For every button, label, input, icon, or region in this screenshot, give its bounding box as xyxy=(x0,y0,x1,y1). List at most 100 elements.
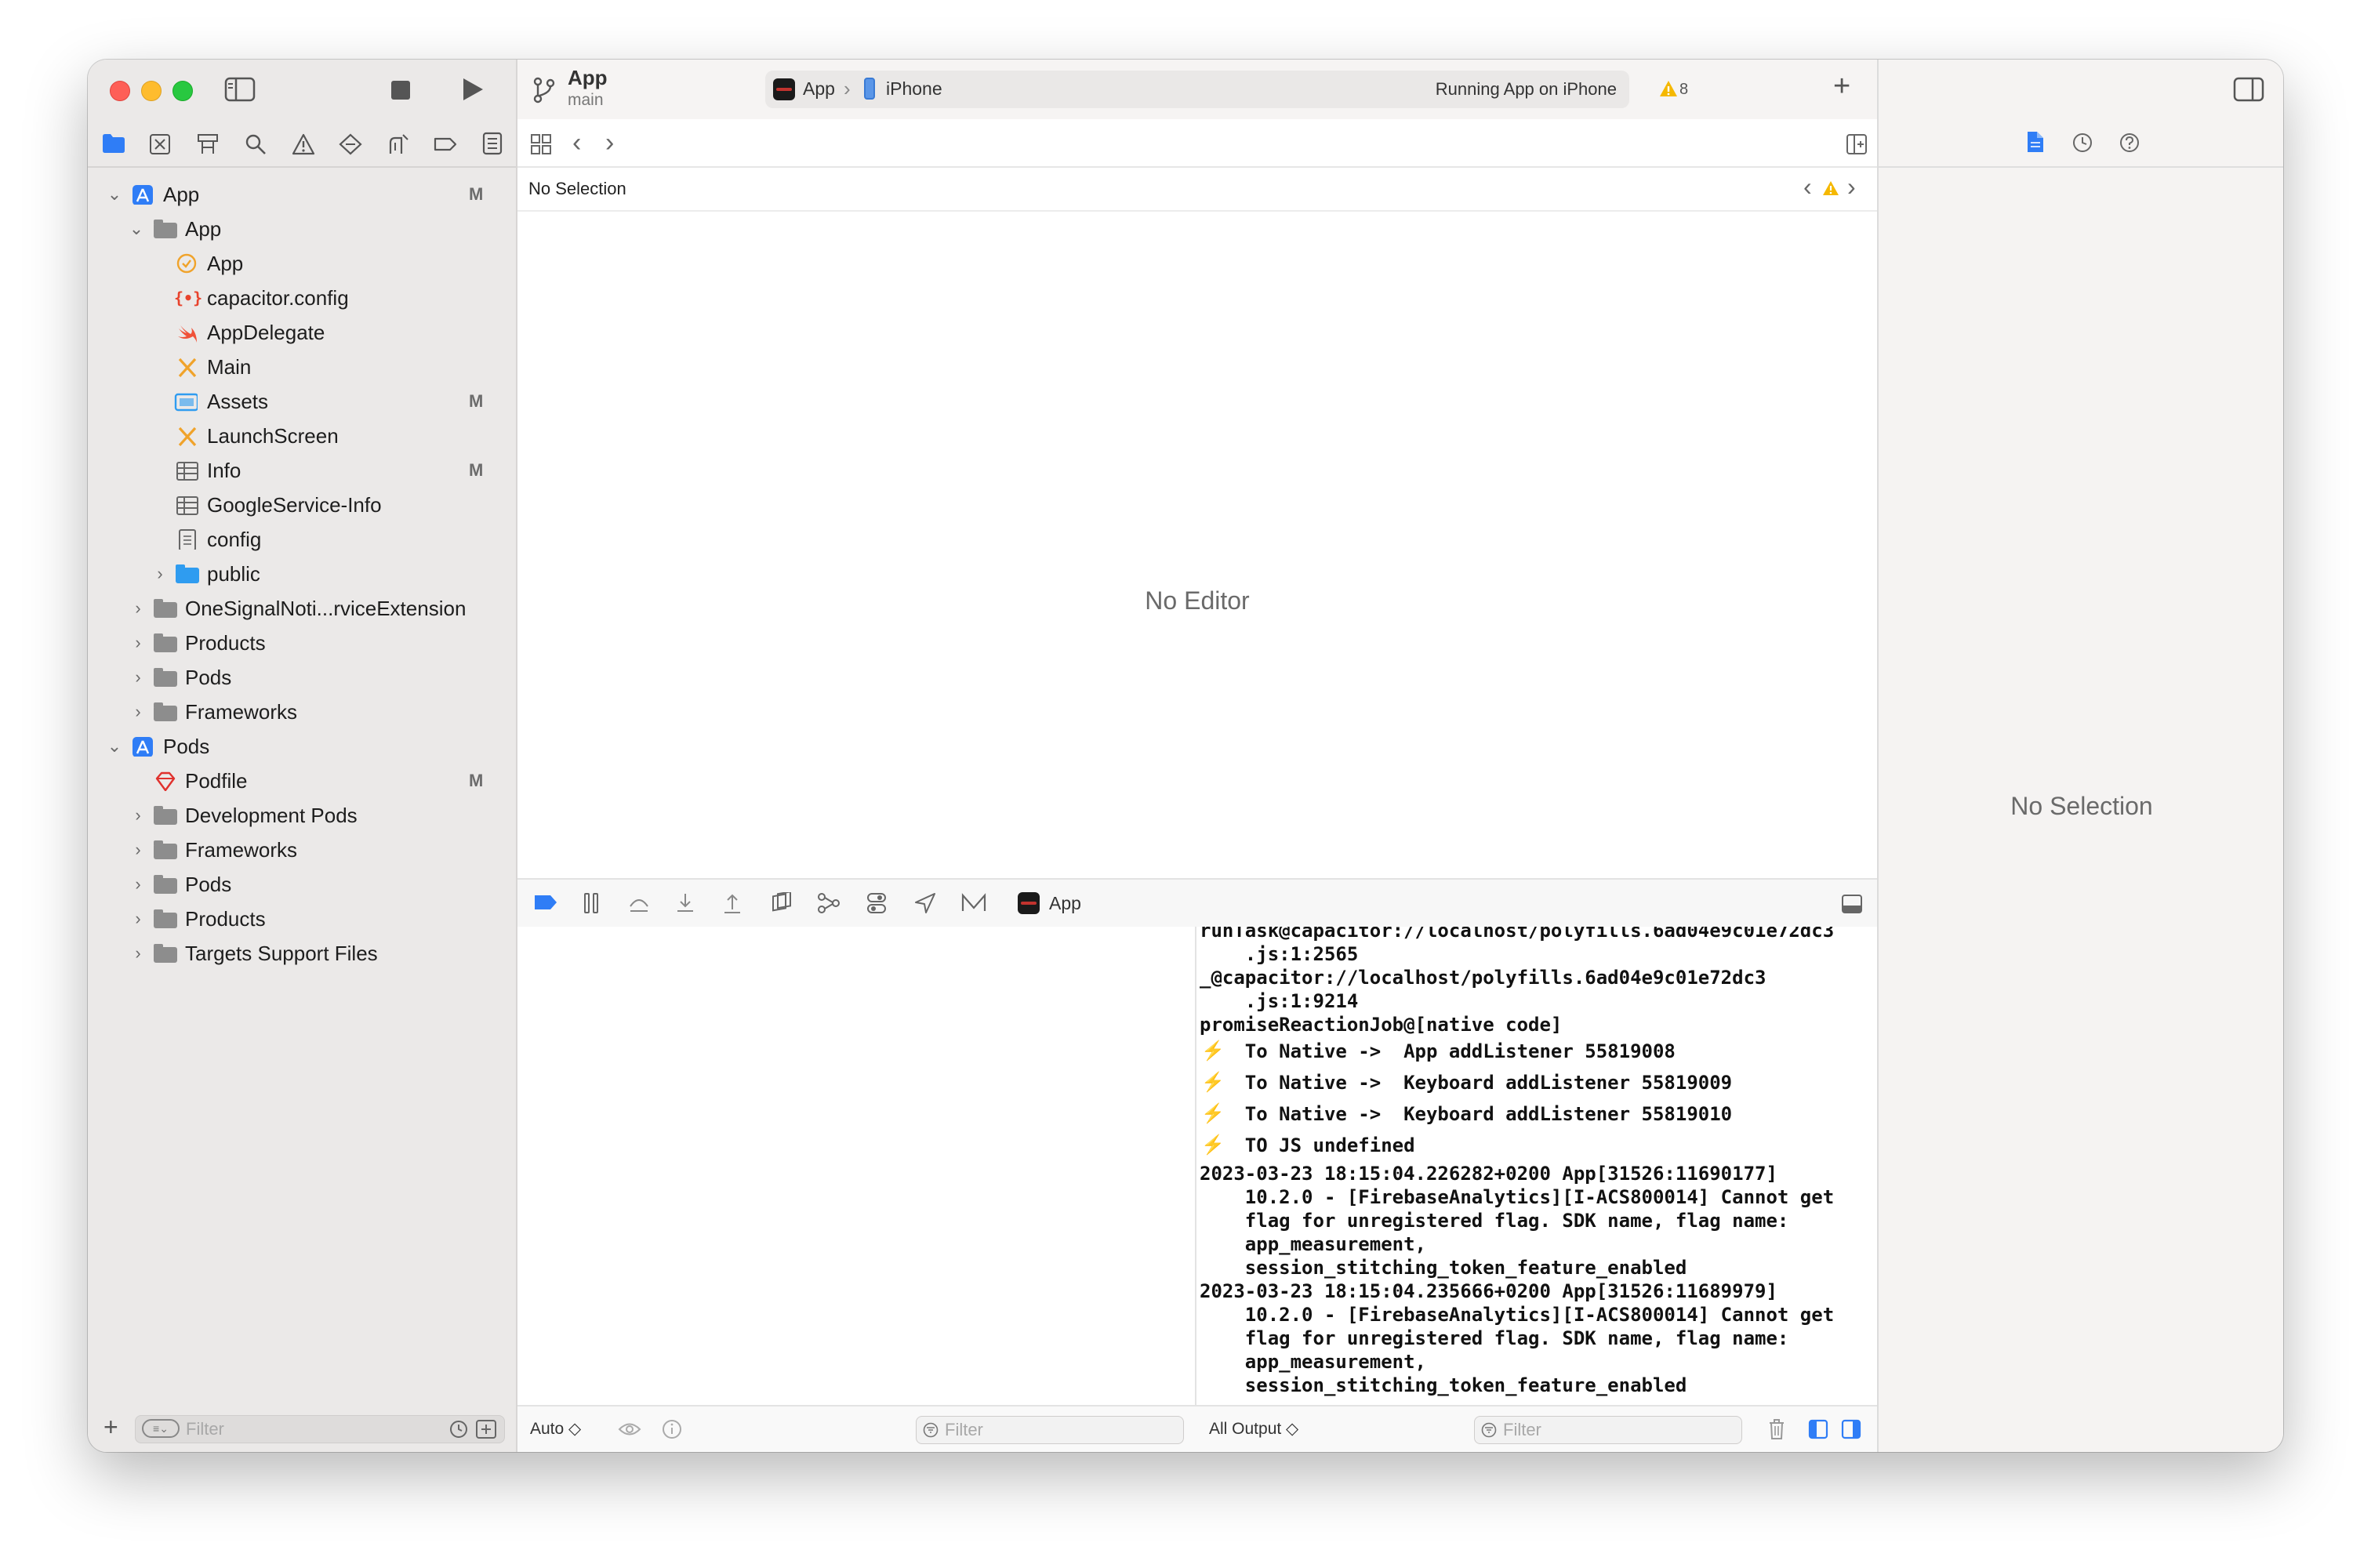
quick-look-eye-icon[interactable] xyxy=(618,1421,641,1438)
view-hierarchy-icon[interactable] xyxy=(770,892,793,914)
console-line: 10.2.0 - [FirebaseAnalytics][I-ACS800014… xyxy=(1200,1186,1835,1208)
find-navigator-icon[interactable] xyxy=(245,133,267,155)
navigator-filter-field[interactable]: ≡⌄ Filter xyxy=(135,1415,505,1443)
chevron-right-icon[interactable]: › xyxy=(130,867,146,902)
environment-overrides-icon[interactable] xyxy=(866,892,888,914)
warning-icon[interactable] xyxy=(1822,180,1839,196)
back-chevron-icon[interactable]: ‹ xyxy=(572,127,581,158)
memory-graph-icon[interactable] xyxy=(817,892,841,914)
project-navigator-icon[interactable] xyxy=(102,133,125,154)
report-navigator-icon[interactable] xyxy=(481,132,503,155)
help-inspector-icon[interactable] xyxy=(2119,132,2140,154)
chevron-down-icon[interactable]: ⌄ xyxy=(107,729,122,764)
tree-item-launchscreen[interactable]: LaunchScreen xyxy=(88,419,516,453)
symbol-navigator-icon[interactable] xyxy=(196,133,220,155)
history-inspector-icon[interactable] xyxy=(2071,132,2093,154)
metal-capture-icon[interactable] xyxy=(961,892,986,914)
step-over-icon[interactable] xyxy=(627,892,651,914)
tree-item-pods-products[interactable]: › Products xyxy=(88,902,516,936)
minimize-window-button[interactable] xyxy=(141,81,162,101)
show-variables-view-icon[interactable] xyxy=(1808,1419,1828,1439)
recent-files-clock-icon[interactable] xyxy=(449,1420,468,1439)
warning-count: 8 xyxy=(1679,81,1689,98)
file-inspector-icon[interactable] xyxy=(2026,130,2045,154)
chevron-right-icon[interactable]: › xyxy=(130,660,146,695)
tree-item-targets-support-files[interactable]: › Targets Support Files xyxy=(88,936,516,971)
step-into-icon[interactable] xyxy=(674,892,696,914)
sidebar-toggle-icon[interactable] xyxy=(224,77,256,102)
related-items-grid-icon[interactable] xyxy=(530,133,552,155)
tree-item-pods[interactable]: › Pods xyxy=(88,660,516,695)
test-navigator-icon[interactable] xyxy=(339,133,362,155)
previous-issue-icon[interactable]: ‹ xyxy=(1803,171,1812,202)
issue-navigator-icon[interactable] xyxy=(292,133,315,155)
tree-item-label: config xyxy=(207,528,262,551)
tree-item-main[interactable]: Main xyxy=(88,350,516,384)
tree-item-config[interactable]: config xyxy=(88,522,516,557)
info-icon[interactable] xyxy=(662,1419,682,1439)
close-window-button[interactable] xyxy=(110,81,130,101)
step-out-icon[interactable] xyxy=(721,892,743,914)
tree-item-products[interactable]: › Products xyxy=(88,626,516,660)
trash-icon[interactable] xyxy=(1767,1417,1786,1441)
pause-icon[interactable] xyxy=(582,892,601,914)
folder-icon xyxy=(154,702,177,721)
source-control-navigator-icon[interactable] xyxy=(149,133,171,155)
tree-item-public[interactable]: › public xyxy=(88,557,516,591)
console-output-selector[interactable]: All Output ◇ xyxy=(1209,1419,1298,1439)
tree-item-app-file[interactable]: App xyxy=(88,246,516,281)
tree-item-googleservice-info[interactable]: GoogleService-Info xyxy=(88,488,516,522)
variables-scope-selector[interactable]: Auto ◇ xyxy=(530,1419,581,1439)
simulate-location-icon[interactable] xyxy=(914,892,936,914)
chevron-right-icon[interactable]: › xyxy=(130,936,146,971)
asset-catalog-icon xyxy=(174,393,198,412)
tree-item-capacitor-config[interactable]: {•} capacitor.config xyxy=(88,281,516,315)
branch-icon[interactable] xyxy=(533,77,555,103)
tree-item-podfile[interactable]: Podfile M xyxy=(88,764,516,798)
tree-item-pods-project[interactable]: ⌄ Pods xyxy=(88,729,516,764)
tree-item-development-pods[interactable]: › Development Pods xyxy=(88,798,516,833)
chevron-right-icon[interactable]: › xyxy=(130,695,146,729)
breakpoints-toggle-icon[interactable] xyxy=(533,894,558,911)
tree-item-pods-pods[interactable]: › Pods xyxy=(88,867,516,902)
source-control-filter-icon[interactable] xyxy=(476,1420,496,1439)
tree-item-frameworks[interactable]: › Frameworks xyxy=(88,695,516,729)
tree-item-label: AppDelegate xyxy=(207,321,325,344)
tree-item-app-group[interactable]: ⌄ App xyxy=(88,212,516,246)
warning-icon[interactable] xyxy=(1659,80,1678,97)
chevron-right-icon[interactable]: › xyxy=(152,557,168,591)
chevron-down-icon[interactable]: ⌄ xyxy=(129,212,144,246)
variables-filter-field[interactable]: Filter xyxy=(916,1416,1184,1444)
stop-icon[interactable] xyxy=(390,80,411,100)
tree-item-info[interactable]: Info M xyxy=(88,453,516,488)
run-icon[interactable] xyxy=(461,77,485,102)
chevron-right-icon[interactable]: › xyxy=(130,798,146,833)
add-icon[interactable]: + xyxy=(103,1413,118,1441)
path-no-selection: No Selection xyxy=(528,179,626,198)
inspector-toggle-icon[interactable] xyxy=(2233,77,2264,102)
console-filter-field[interactable]: Filter xyxy=(1474,1416,1742,1444)
debug-navigator-icon[interactable] xyxy=(386,133,409,155)
modified-badge: M xyxy=(469,460,484,480)
tree-item-pods-frameworks[interactable]: › Frameworks xyxy=(88,833,516,867)
chevron-right-icon[interactable]: › xyxy=(130,833,146,867)
show-console-view-icon[interactable] xyxy=(1841,1419,1861,1439)
chevron-right-icon[interactable]: › xyxy=(130,626,146,660)
hide-debug-area-icon[interactable] xyxy=(1841,894,1863,914)
tree-item-assets[interactable]: Assets M xyxy=(88,384,516,419)
add-tab-icon[interactable]: + xyxy=(1833,71,1850,102)
forward-chevron-icon[interactable]: › xyxy=(605,127,614,158)
breakpoint-navigator-icon[interactable] xyxy=(433,133,458,155)
zoom-window-button[interactable] xyxy=(172,81,193,101)
next-issue-icon[interactable]: › xyxy=(1847,171,1856,202)
scheme-selector[interactable]: App › iPhone xyxy=(765,71,977,108)
tree-item-onesignal-extension[interactable]: › OneSignalNoti...rviceExtension xyxy=(88,591,516,626)
filter-options-icon[interactable]: ≡⌄ xyxy=(142,1419,180,1438)
tree-item-app-project[interactable]: ⌄ App M xyxy=(88,177,516,212)
folder-icon xyxy=(154,599,177,618)
chevron-down-icon[interactable]: ⌄ xyxy=(107,177,122,212)
add-editor-split-icon[interactable] xyxy=(1846,133,1868,155)
tree-item-appdelegate[interactable]: AppDelegate xyxy=(88,315,516,350)
chevron-right-icon[interactable]: › xyxy=(130,902,146,936)
chevron-right-icon[interactable]: › xyxy=(130,591,146,626)
